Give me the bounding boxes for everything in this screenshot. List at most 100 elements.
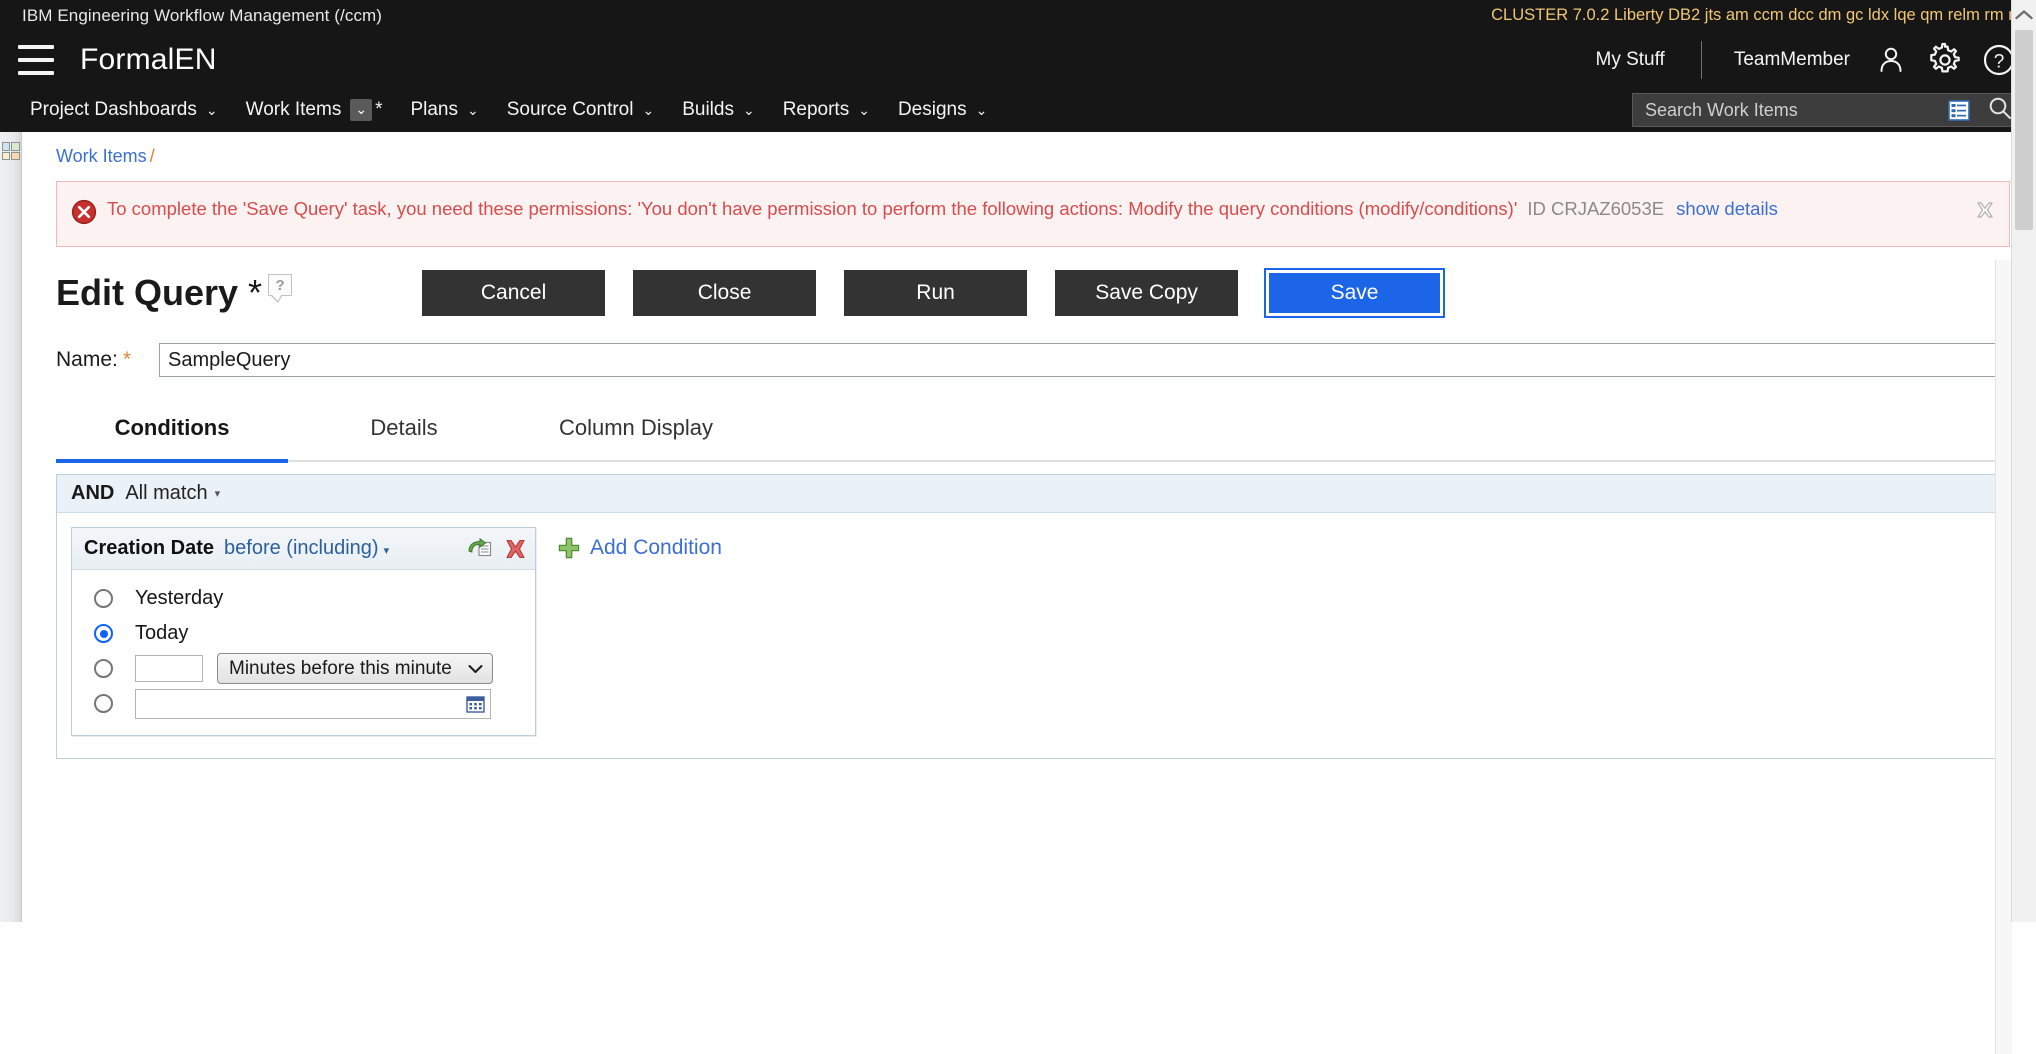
mini-dashboard-grid-icon[interactable]: [2, 142, 20, 160]
query-editor-tabs: Conditions Details Column Display: [56, 407, 2010, 462]
nav-item-designs[interactable]: Designs ⌄: [884, 90, 1001, 130]
relative-time-amount-input[interactable]: [135, 655, 203, 682]
close-button[interactable]: Close: [633, 270, 816, 316]
error-message-text: To complete the 'Save Query' task, you n…: [107, 198, 1517, 219]
conditions-match-header: AND All match ▾: [57, 475, 2009, 513]
top-banner-right-group: My Stuff TeamMember: [1570, 31, 2036, 88]
radio-specific-date[interactable]: [94, 694, 113, 713]
chevron-down-icon[interactable]: ▾: [215, 487, 221, 500]
product-path-label: IBM Engineering Workflow Management (/cc…: [22, 6, 382, 26]
specific-date-field[interactable]: [135, 689, 491, 719]
condition-card-header: Creation Date before (including)▾: [72, 528, 535, 570]
chevron-down-icon: ▾: [384, 545, 390, 557]
breadcrumb-item-work-items[interactable]: Work Items: [56, 146, 147, 166]
hamburger-menu-icon[interactable]: [18, 45, 54, 75]
tab-details[interactable]: Details: [288, 407, 520, 463]
cancel-button[interactable]: Cancel: [422, 270, 605, 316]
close-x-icon[interactable]: [1973, 198, 1997, 222]
query-name-row: Name:*: [56, 343, 2010, 377]
nav-label: Reports: [783, 99, 850, 121]
condition-option-specific-date[interactable]: [72, 688, 535, 719]
error-text-block: To complete the 'Save Query' task, you n…: [107, 196, 1973, 222]
radio-label: Today: [135, 622, 188, 645]
condition-card-actions: [467, 538, 527, 560]
delete-condition-icon[interactable]: [504, 538, 527, 560]
nav-item-plans[interactable]: Plans ⌄: [396, 90, 492, 130]
radio-yesterday[interactable]: [94, 589, 113, 608]
nav-item-builds[interactable]: Builds ⌄: [668, 90, 768, 130]
error-id-label: ID CRJAZ6053E: [1527, 198, 1664, 219]
nav-label: Work Items: [246, 99, 342, 121]
svg-text:?: ?: [1994, 51, 2005, 72]
boolean-operator-label: AND: [71, 482, 114, 505]
name-field-label: Name:*: [56, 348, 131, 372]
divider: [1701, 41, 1702, 79]
list-filter-icon[interactable]: [1948, 100, 1970, 121]
search-icon[interactable]: [1987, 95, 2013, 126]
condition-attribute-label: Creation Date: [84, 537, 214, 560]
page-title: Edit Query * ?: [56, 272, 292, 314]
chevron-down-icon: ⌄: [467, 103, 479, 117]
nav-label: Designs: [898, 99, 967, 121]
conditions-body: Creation Date before (including)▾: [57, 513, 2009, 758]
unsaved-marker: *: [375, 99, 382, 121]
breadcrumb: Work Items/: [22, 132, 2036, 173]
radio-today[interactable]: [94, 624, 113, 643]
search-work-items-box[interactable]: chevron-down-icon: [1632, 93, 2022, 127]
chevron-down-icon: ⌄: [976, 103, 988, 117]
nav-item-reports[interactable]: Reports ⌄: [769, 90, 884, 130]
user-avatar-icon[interactable]: [1864, 33, 1918, 87]
relative-time-unit-value: Minutes before this minute: [229, 658, 452, 680]
search-input[interactable]: [1643, 99, 1948, 122]
chevron-down-icon: ⌄: [642, 103, 654, 117]
nav-item-project-dashboards[interactable]: Project Dashboards ⌄: [16, 90, 232, 130]
main-content: Work Items/ To complete the 'Save Query'…: [22, 132, 2036, 922]
unsaved-marker: *: [248, 272, 262, 314]
project-area-name[interactable]: FormalEN: [80, 43, 217, 77]
nav-label: Source Control: [507, 99, 634, 121]
relative-time-unit-select[interactable]: Minutes before this minute: [217, 653, 493, 684]
conditions-panel: AND All match ▾ Creation Date before (in…: [56, 474, 2010, 759]
scrollbar-thumb[interactable]: [2015, 30, 2033, 230]
tab-column-display[interactable]: Column Display: [520, 407, 752, 463]
condition-option-relative-time[interactable]: Minutes before this minute: [72, 653, 535, 684]
specific-date-input[interactable]: [142, 693, 466, 715]
content-scrollbar[interactable]: [1995, 260, 2012, 1054]
chevron-down-icon: ⌄: [350, 99, 372, 121]
nav-item-work-items[interactable]: Work Items ⌄ *: [232, 90, 397, 130]
radio-relative-time[interactable]: [94, 659, 113, 678]
name-label-text: Name:: [56, 348, 118, 371]
nav-item-source-control[interactable]: Source Control ⌄: [493, 90, 668, 130]
my-stuff-menu[interactable]: My Stuff: [1570, 49, 1691, 71]
tab-conditions[interactable]: Conditions: [56, 407, 288, 463]
help-tooltip-icon[interactable]: ?: [268, 274, 292, 296]
save-button[interactable]: Save: [1266, 270, 1443, 316]
page-action-buttons: Cancel Close Run Save Copy Save: [422, 270, 1447, 316]
left-rail[interactable]: [0, 132, 22, 922]
breadcrumb-separator: /: [150, 146, 155, 166]
show-details-link[interactable]: show details: [1676, 198, 1778, 219]
gear-icon[interactable]: [1918, 33, 1972, 87]
window-vertical-scrollbar[interactable]: [2011, 0, 2036, 922]
page-body: Work Items/ To complete the 'Save Query'…: [0, 132, 2036, 922]
match-mode-selector[interactable]: All match: [125, 482, 207, 505]
current-user-label[interactable]: TeamMember: [1712, 49, 1864, 71]
calendar-picker-icon[interactable]: [466, 695, 485, 713]
add-condition-label: Add Condition: [590, 536, 722, 560]
condition-operator-selector[interactable]: before (including)▾: [224, 537, 389, 560]
condition-option-today[interactable]: Today: [72, 618, 535, 649]
query-name-input[interactable]: [159, 343, 2010, 377]
chevron-down-icon: ⌄: [743, 103, 755, 117]
radio-label: Yesterday: [135, 587, 223, 610]
save-copy-button[interactable]: Save Copy: [1055, 270, 1238, 316]
main-navigation-bar: Project Dashboards ⌄ Work Items ⌄ * Plan…: [0, 88, 2036, 132]
chevron-down-icon: [468, 661, 483, 677]
scroll-up-arrow-icon[interactable]: [2012, 0, 2036, 30]
condition-card-body: Yesterday Today Minutes before this: [72, 570, 535, 735]
convert-condition-icon[interactable]: [467, 538, 492, 559]
condition-card-creation-date: Creation Date before (including)▾: [71, 527, 536, 736]
add-condition-button[interactable]: Add Condition: [558, 536, 722, 560]
cluster-info-label: CLUSTER 7.0.2 Liberty DB2 jts am ccm dcc…: [1491, 6, 2028, 25]
condition-option-yesterday[interactable]: Yesterday: [72, 583, 535, 614]
run-button[interactable]: Run: [844, 270, 1027, 316]
